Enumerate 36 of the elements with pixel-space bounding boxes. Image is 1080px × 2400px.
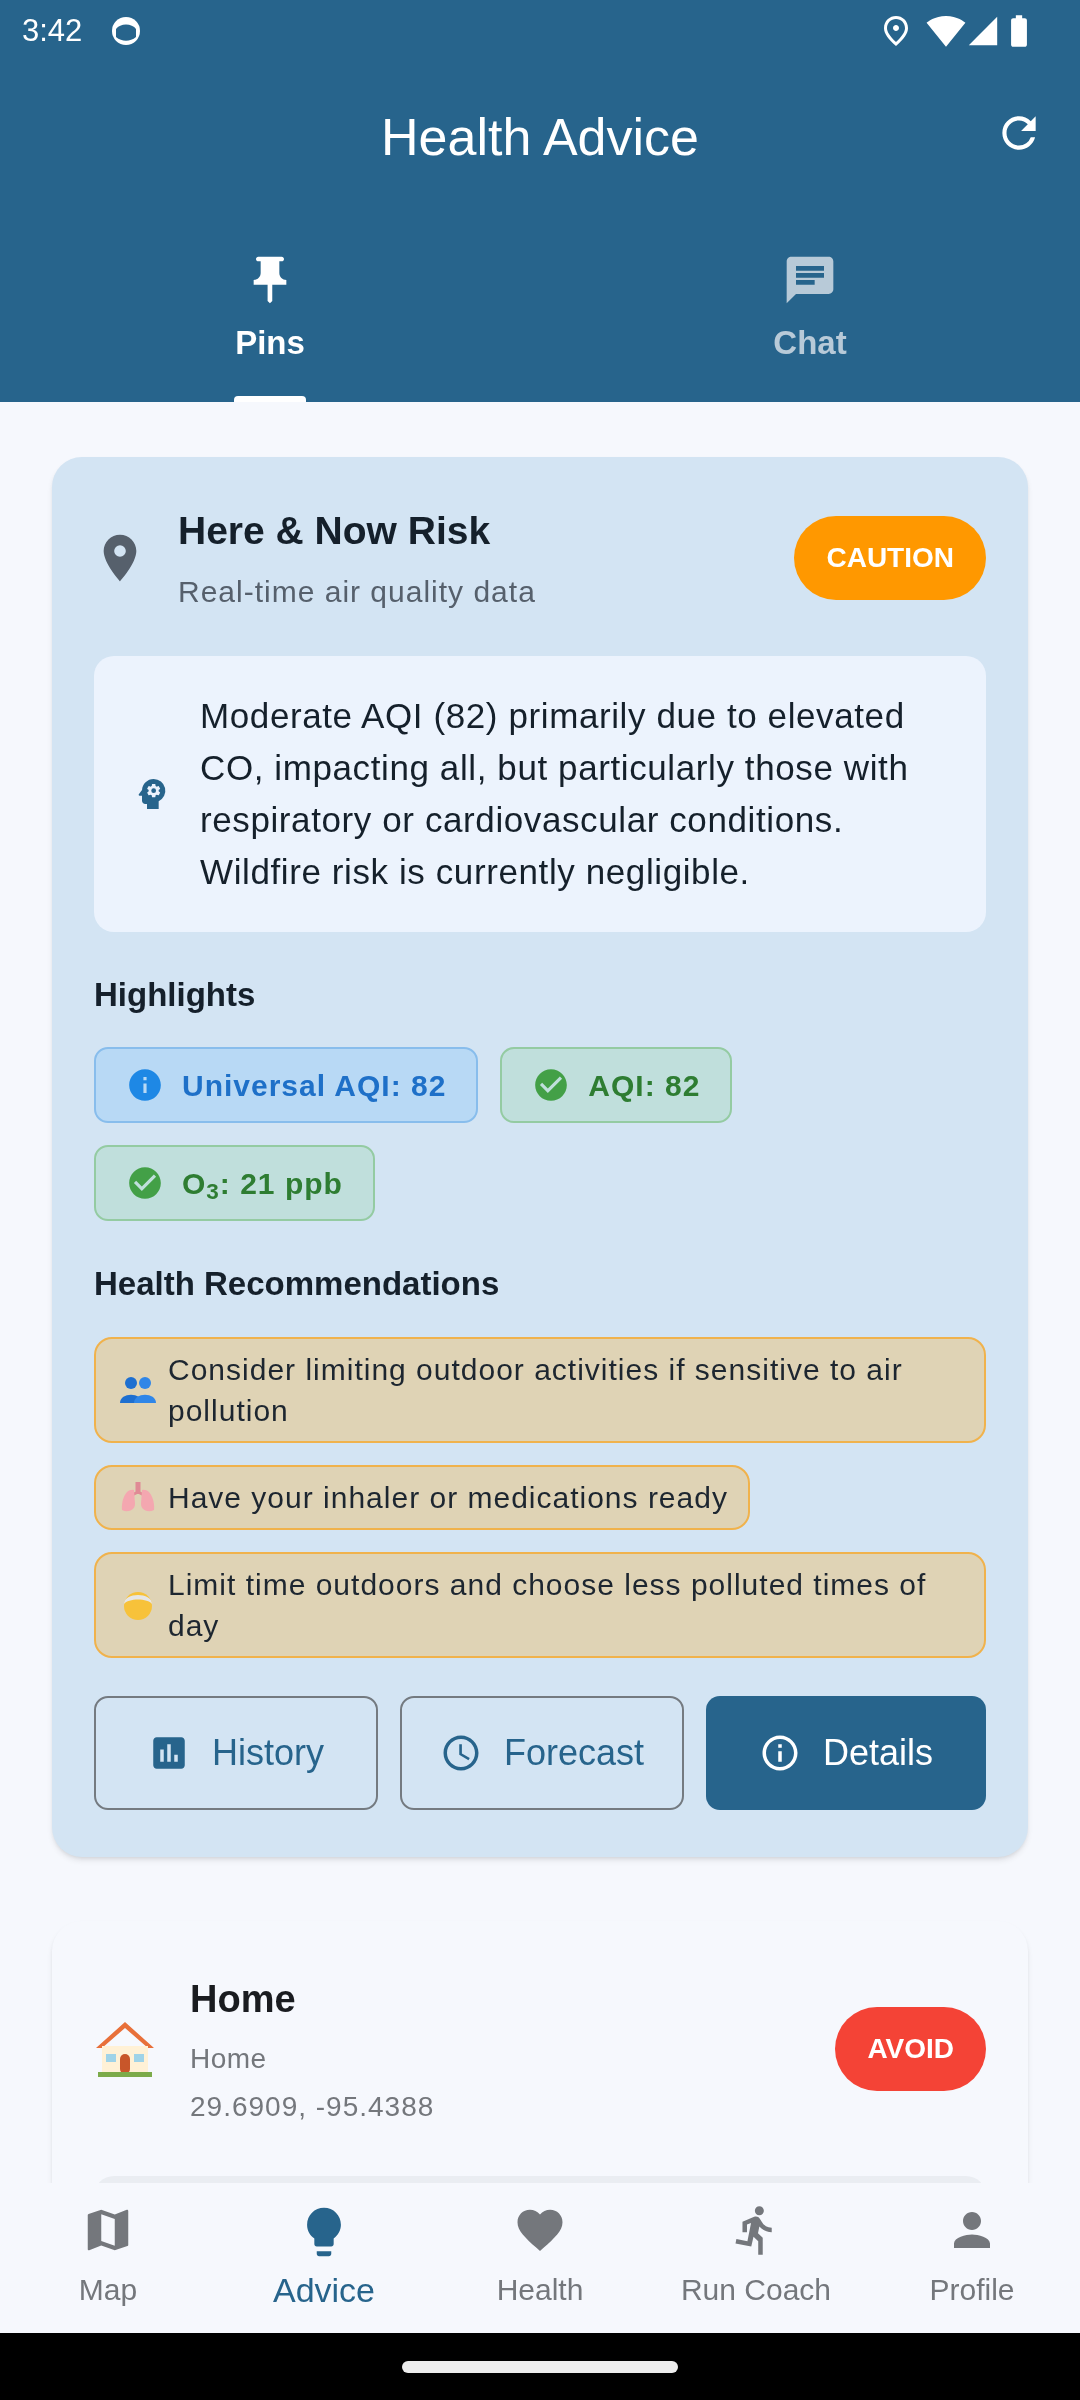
house-icon [94, 2020, 156, 2078]
tab[interactable]: Pins [0, 212, 540, 402]
nav-item[interactable]: Run Coach [648, 2183, 864, 2333]
location-coordinates: 29.6909, -95.4388 [190, 2089, 436, 2124]
home-indicator[interactable] [402, 2360, 678, 2373]
location-name: Home [190, 2041, 268, 2076]
nav-item[interactable]: Map [0, 2183, 216, 2333]
notification-icon [110, 15, 143, 47]
action-button[interactable]: Forecast [400, 1695, 684, 1810]
tab[interactable]: Chat [540, 212, 1080, 402]
action-button[interactable]: History [94, 1695, 378, 1810]
action-button[interactable]: Details [706, 1695, 986, 1810]
recommendation-item: Consider limiting outdoor activities if sensitive to air pollution [94, 1336, 986, 1443]
location-title: Home [190, 1976, 297, 2022]
people-icon [120, 1374, 156, 1405]
section-heading: Health Recommendations [94, 1264, 501, 1304]
recommendation-item: Have your inhaler or medications ready [94, 1464, 750, 1530]
highlight-chip: O$_{3}$: 21 ppb [94, 1145, 375, 1221]
card-subtitle: Real-time air quality data [178, 573, 537, 610]
nav-item[interactable]: Profile [864, 2183, 1080, 2333]
nav-item[interactable]: Health [432, 2183, 648, 2333]
highlight-chip: AQI: 82 [500, 1047, 733, 1123]
recommendation-item: Limit time outdoors and choose less polluted times of day [94, 1551, 986, 1658]
card-title: Here & Now Risk [178, 508, 492, 554]
status-time: 3:42 [22, 11, 83, 50]
app-title: Health Advice [381, 107, 699, 168]
summary-text: Moderate AQI (82) primarily due to elevated CO, impacting all, but particularly those with respiratory or cardiovascular conditions. Wildfire risk is currently negligible. [200, 694, 910, 893]
lungs-icon [120, 1480, 156, 1514]
highlight-chip: Universal AQI: 82 [94, 1047, 479, 1123]
signal-icon [966, 14, 1000, 48]
nav-item[interactable]: Advice [216, 2183, 432, 2333]
section-heading: Highlights [94, 974, 257, 1015]
info-icon [126, 1066, 164, 1104]
risk-badge: CAUTION [794, 515, 986, 600]
risk-badge: AVOID [835, 2007, 986, 2091]
check-icon [126, 1164, 164, 1202]
